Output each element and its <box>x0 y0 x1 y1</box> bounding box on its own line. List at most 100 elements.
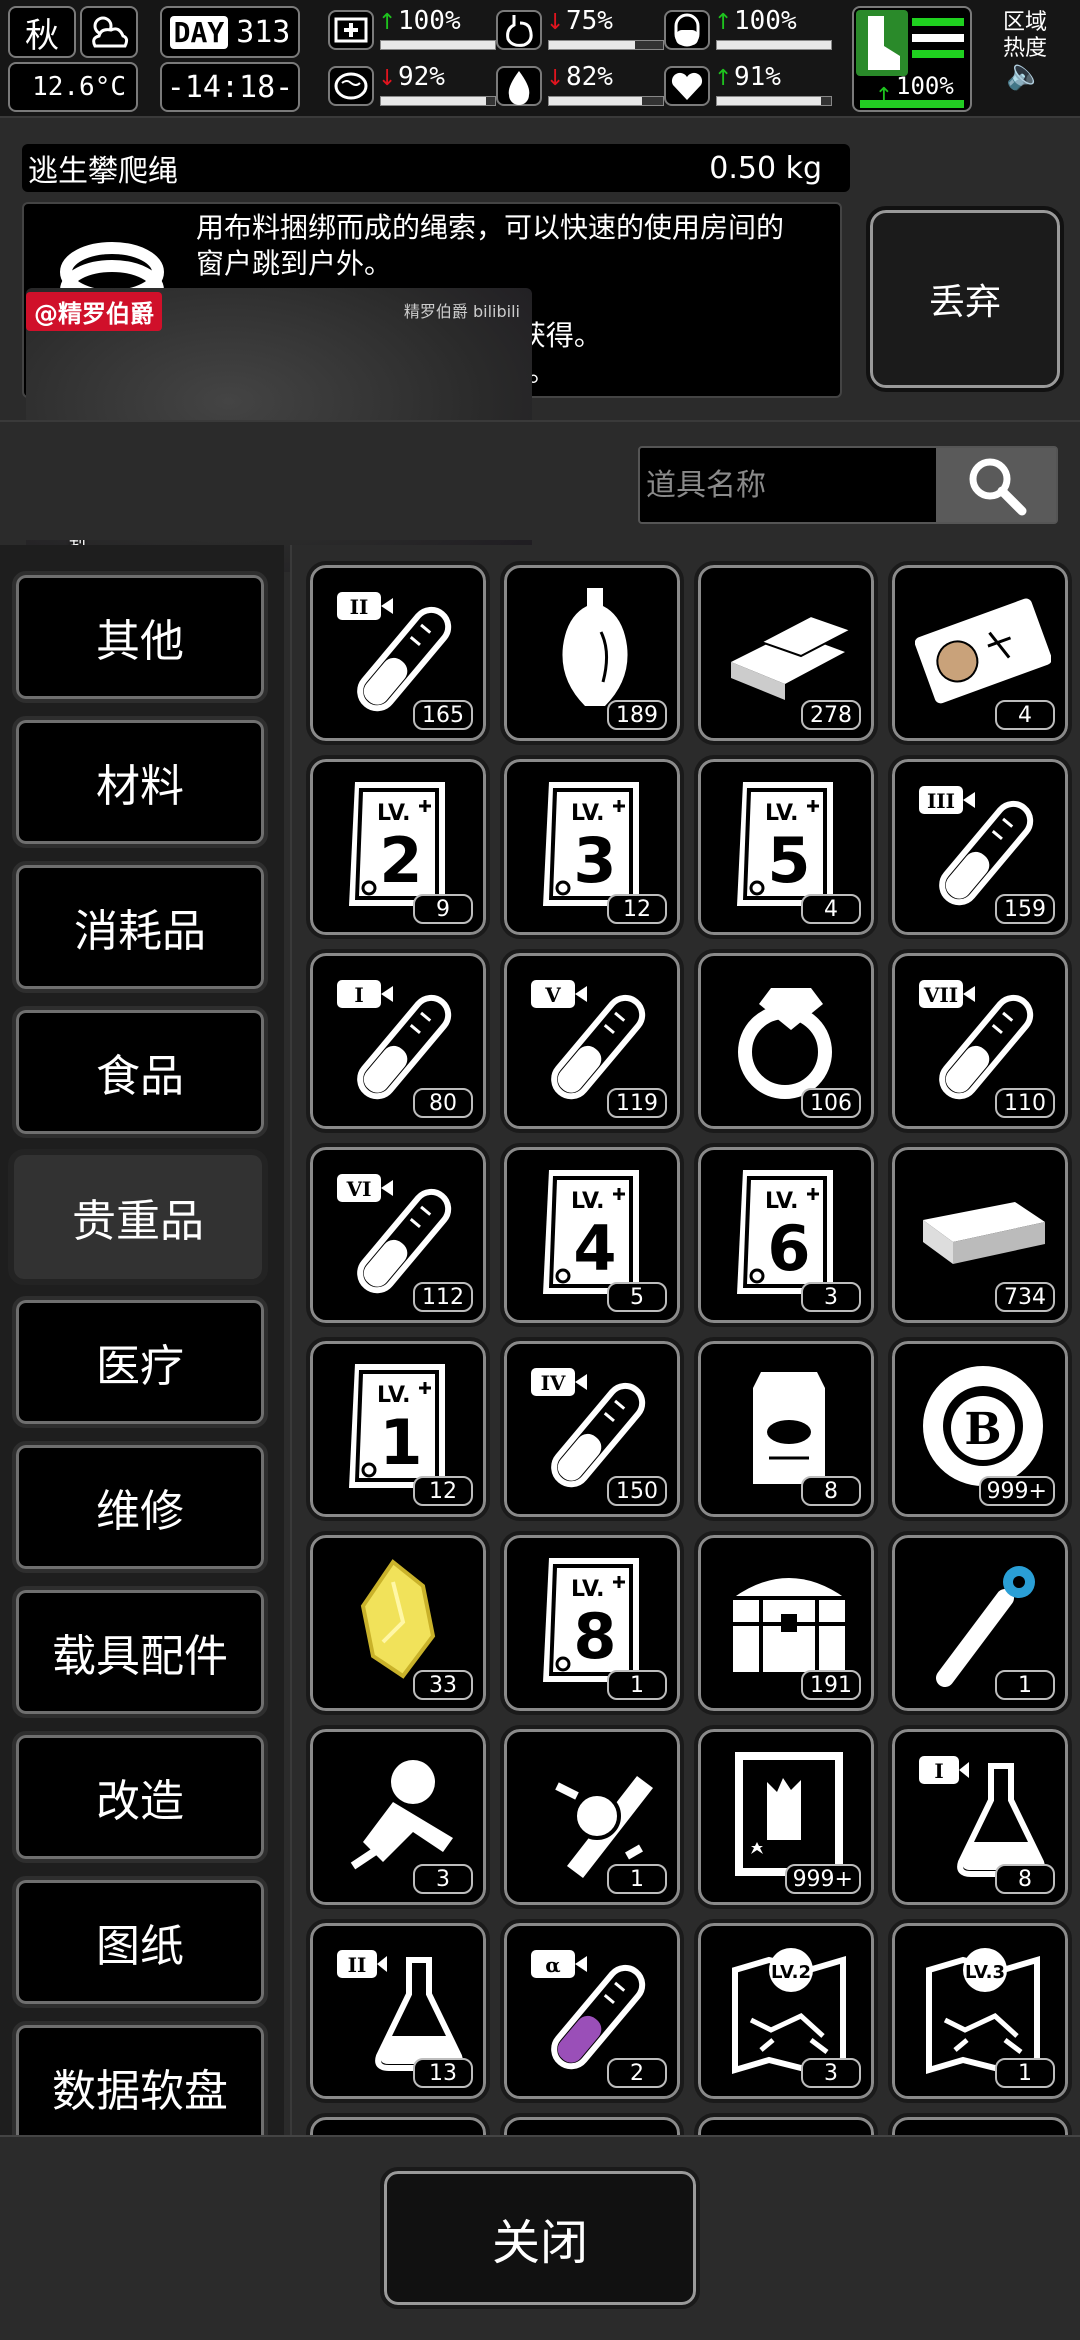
svg-text:LV.: LV. <box>765 801 799 826</box>
clock-value: -14:18- <box>166 69 294 105</box>
item-slot[interactable]: 999+ <box>694 1725 878 1909</box>
category-tab[interactable]: 改造 <box>12 1731 268 1863</box>
item-slot[interactable]: 33 <box>306 1531 490 1715</box>
item-slot[interactable]: 106 <box>694 949 878 1133</box>
category-label: 医疗 <box>96 1341 184 1392</box>
item-slot[interactable]: LV.3 1 <box>888 1919 1072 2103</box>
skill-book-lv4-icon: LV.4 <box>543 1170 639 1294</box>
item-slot[interactable]: LV. 1 12 <box>306 1337 490 1521</box>
item-title-bar: 逃生攀爬绳 0.50 kg <box>22 144 850 192</box>
item-slot[interactable]: 1 <box>888 1531 1072 1715</box>
item-slot[interactable] <box>888 2113 1072 2135</box>
svg-text:III: III <box>927 789 955 813</box>
svg-text:VII: VII <box>923 983 958 1007</box>
potion-tube-IV-icon: IV <box>531 1368 646 1488</box>
search-button[interactable] <box>936 448 1056 522</box>
svg-text:II: II <box>348 1953 367 1977</box>
discard-button[interactable]: 丢弃 <box>866 206 1064 392</box>
item-slot[interactable]: 734 <box>888 1143 1072 1327</box>
potion-tube-VI-icon: VI <box>337 1174 452 1294</box>
discard-label: 丢弃 <box>928 282 1001 323</box>
item-count: 191 <box>801 1670 861 1700</box>
category-tab[interactable]: 图纸 <box>12 1876 268 2008</box>
item-slot[interactable]: 191 <box>694 1531 878 1715</box>
season-indicator: 秋 <box>8 6 76 58</box>
category-tab[interactable]: 维修 <box>12 1441 268 1573</box>
category-label: 消耗品 <box>74 906 206 957</box>
category-tab[interactable]: 材料 <box>12 716 268 848</box>
item-slot[interactable]: I8 <box>888 1725 1072 1909</box>
item-count: 1 <box>607 1670 667 1700</box>
stat-value: 100% <box>734 6 797 36</box>
item-count: 4 <box>801 894 861 924</box>
item-slot[interactable]: α2 <box>500 1919 684 2103</box>
yellow-crystal-icon <box>360 1559 436 1679</box>
stat-bar <box>380 40 496 50</box>
item-slot[interactable]: LV. 3 12 <box>500 755 684 939</box>
item-slot[interactable]: B 999+ <box>888 1337 1072 1521</box>
category-tab[interactable]: 食品 <box>12 1006 268 1138</box>
item-count: 5 <box>607 1282 667 1312</box>
search-input[interactable] <box>646 454 936 516</box>
item-slot[interactable]: LV. 4 5 <box>500 1143 684 1327</box>
item-slot[interactable]: I 80 <box>306 949 490 1133</box>
svg-text:LV.: LV. <box>765 1189 799 1214</box>
item-slot[interactable]: 1 <box>500 1725 684 1909</box>
item-count: 110 <box>995 1088 1055 1118</box>
item-count: 165 <box>413 700 473 730</box>
item-slot[interactable]: 3 <box>306 1725 490 1909</box>
item-slot[interactable]: 4 <box>888 561 1072 745</box>
svg-text:I: I <box>934 1759 943 1783</box>
item-slot[interactable]: 278 <box>694 561 878 745</box>
close-button[interactable]: 关闭 <box>380 2167 700 2309</box>
region-heat-label: 区域 热度 <box>1002 10 1047 61</box>
speaker-icon[interactable]: 🔈 <box>1006 57 1043 92</box>
item-count: 734 <box>995 1282 1055 1312</box>
category-tab[interactable]: 贵重品 <box>8 1149 268 1285</box>
category-tab[interactable]: 医疗 <box>12 1296 268 1428</box>
item-slot[interactable] <box>306 2113 490 2135</box>
svg-text:α: α <box>545 1953 560 1977</box>
category-tab[interactable]: 其他 <box>12 571 268 703</box>
item-slot[interactable] <box>500 2113 684 2135</box>
item-slot[interactable]: II 13 <box>306 1919 490 2103</box>
skill-book-lv2-icon: LV.2 <box>349 782 445 906</box>
region-heat[interactable]: 区域 热度 🔈 <box>980 10 1070 91</box>
item-slot[interactable]: VI 112 <box>306 1143 490 1327</box>
item-slot[interactable] <box>694 2113 878 2135</box>
skill-book-lv8-icon: LV.8 <box>543 1558 639 1682</box>
eye-staff-icon <box>936 1566 1035 1687</box>
item-slot[interactable]: LV. 6 3 <box>694 1143 878 1327</box>
item-slot[interactable]: LV. 2 9 <box>306 755 490 939</box>
item-count: 3 <box>413 1864 473 1894</box>
item-slot[interactable]: V 119 <box>500 949 684 1133</box>
item-count: 33 <box>413 1670 473 1700</box>
item-slot[interactable]: II 165 <box>306 561 490 745</box>
category-tab[interactable]: 消耗品 <box>12 861 268 993</box>
trend-up-icon: ↑ <box>714 66 733 91</box>
potion-tube-VII-icon: VII <box>919 980 1034 1100</box>
item-slot[interactable]: 8 <box>694 1337 878 1521</box>
item-slot[interactable]: LV.2 3 <box>694 1919 878 2103</box>
item-slot[interactable]: LV. 5 4 <box>694 755 878 939</box>
item-slot[interactable]: LV. 8 1 <box>500 1531 684 1715</box>
item-slot[interactable]: IV 150 <box>500 1337 684 1521</box>
category-label: 维修 <box>96 1486 184 1537</box>
item-count: 150 <box>607 1476 667 1506</box>
item-name: 逃生攀爬绳 <box>28 154 178 189</box>
skill-book-lv1-icon: LV.1 <box>349 1364 445 1488</box>
item-slot[interactable]: III 159 <box>888 755 1072 939</box>
water-drop-icon <box>496 66 542 106</box>
item-slot[interactable]: VII 110 <box>888 949 1072 1133</box>
potion-tube-V-icon: V <box>531 980 646 1100</box>
stat-value: 92% <box>398 62 445 92</box>
trend-up-icon: ↑ <box>714 10 733 35</box>
description-line: 窗户跳到户外。 <box>196 247 393 280</box>
category-tab[interactable]: 数据软盘 <box>12 2021 268 2135</box>
stat-value: 91% <box>734 62 781 92</box>
category-tab[interactable]: 载具配件 <box>12 1586 268 1718</box>
item-count: 3 <box>801 2058 861 2088</box>
item-slot[interactable]: 189 <box>500 561 684 745</box>
treasure-chest-icon <box>733 1578 845 1672</box>
item-count: 106 <box>801 1088 861 1118</box>
